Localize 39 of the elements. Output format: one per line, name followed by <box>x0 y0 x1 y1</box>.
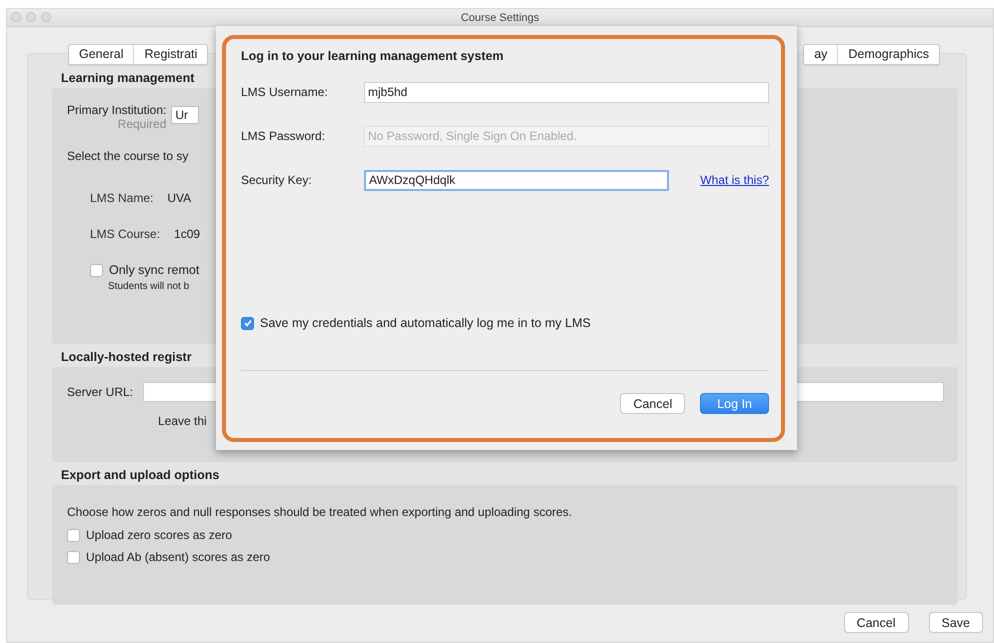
tab[interactable]: ay <box>804 45 838 64</box>
field-label: Security Key: <box>241 173 313 187</box>
checkbox[interactable] <box>90 264 103 276</box>
field-value: 1c09 <box>174 227 200 241</box>
tab[interactable]: Registrati <box>134 45 208 64</box>
checkbox[interactable] <box>67 528 80 542</box>
checkbox[interactable] <box>241 316 254 330</box>
checkbox[interactable] <box>67 550 80 564</box>
help-link[interactable]: What is this? <box>700 173 769 187</box>
tab[interactable]: General <box>69 45 134 64</box>
note-text: Students will not b <box>108 281 190 292</box>
input-field[interactable]: AWxDzqQHdqlk <box>364 170 669 190</box>
section-title: Learning management <box>61 71 196 85</box>
field-label: Primary Institution: <box>67 103 166 117</box>
save-button[interactable]: Save <box>928 612 983 633</box>
field-label: LMS Username: <box>241 85 329 99</box>
field-label: Server URL: <box>67 385 134 399</box>
dialog-title: Log in to your learning management system <box>241 49 505 63</box>
window-title: Course Settings <box>460 12 540 24</box>
cancel-button[interactable]: Cancel <box>844 612 908 633</box>
cancel-button[interactable]: Cancel <box>620 393 686 414</box>
checkbox-label: Upload zero scores as zero <box>86 528 232 542</box>
input-field[interactable]: mjb5hd <box>364 82 769 102</box>
checkbox-label: Save my credentials and automatically log me in to my LMS <box>260 316 591 330</box>
instruction-text: Select the course to sy <box>67 149 190 163</box>
section-title: Export and upload options <box>61 468 220 482</box>
institution-dropdown[interactable]: Ur <box>171 106 200 124</box>
tab[interactable]: Demographics <box>838 45 939 64</box>
checkbox-label: Only sync remot <box>109 263 200 277</box>
description-text: Choose how zeros and null responses should be treated when exporting and uploading scores. <box>67 505 573 519</box>
field-label: LMS Name: <box>90 191 154 205</box>
hint-text: Leave thi <box>158 414 208 428</box>
required-note: Required <box>118 117 166 131</box>
section-title: Locally-hosted registr <box>61 350 193 364</box>
field-label: LMS Course: <box>90 227 160 241</box>
window-controls-icon[interactable] <box>11 12 51 22</box>
checkbox-label: Upload Ab (absent) scores as zero <box>86 550 270 564</box>
field-value: UVA <box>167 191 192 205</box>
field-label: LMS Password: <box>241 129 326 143</box>
